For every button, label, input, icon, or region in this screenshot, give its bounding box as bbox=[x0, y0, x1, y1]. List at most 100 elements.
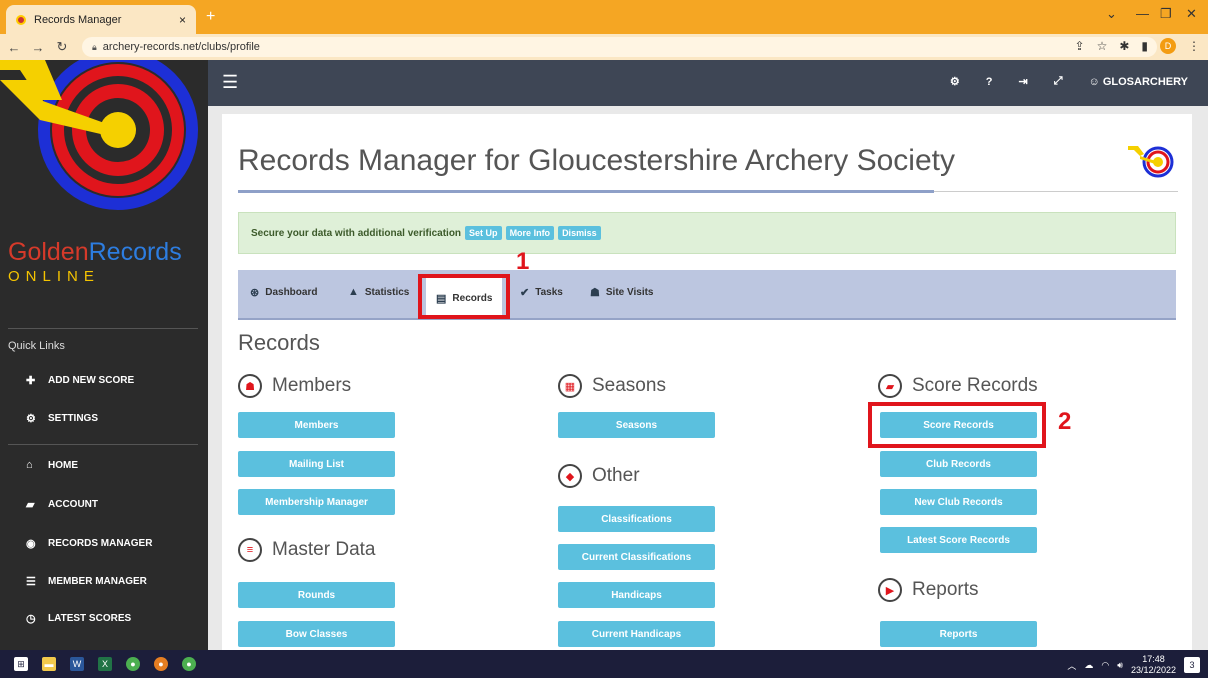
plus-icon: ✚ bbox=[26, 375, 36, 387]
annotation-box-1 bbox=[418, 274, 510, 319]
title-underline-rest bbox=[934, 191, 1178, 192]
settings-gear-icon[interactable]: ⚙ bbox=[950, 75, 960, 88]
seasons-heading: ▦ Seasons bbox=[558, 374, 666, 398]
new-club-records-button[interactable]: New Club Records bbox=[880, 489, 1037, 515]
sidebar-item-settings[interactable]: ⚙ SETTINGS bbox=[26, 412, 98, 425]
target-logo-small-icon bbox=[1128, 146, 1174, 178]
sidebar-item-account[interactable]: ▰ ACCOUNT bbox=[26, 498, 98, 511]
dismiss-button[interactable]: Dismiss bbox=[558, 226, 601, 240]
sidebar-item-records-manager[interactable]: ◉ RECORDS MANAGER bbox=[26, 537, 152, 550]
minimize-button[interactable]: — bbox=[1136, 6, 1149, 21]
wifi-icon[interactable]: ◠ bbox=[1101, 660, 1109, 671]
reports-title: Reports bbox=[912, 579, 979, 600]
current-classifications-button[interactable]: Current Classifications bbox=[558, 544, 715, 570]
restore-button[interactable]: ❐ bbox=[1160, 6, 1172, 22]
gear-icon: ⚙ bbox=[26, 413, 36, 425]
help-icon[interactable]: ? bbox=[986, 76, 993, 88]
classifications-button[interactable]: Classifications bbox=[558, 506, 715, 532]
volume-icon[interactable]: 🔊︎ bbox=[1117, 660, 1123, 671]
page-title: Records Manager for Gloucestershire Arch… bbox=[238, 144, 955, 177]
brand-records: Records bbox=[88, 238, 182, 266]
tab-search-icon[interactable]: ⌄ bbox=[1106, 6, 1117, 22]
database-circle-icon: ≡ bbox=[238, 538, 262, 562]
brand-online: ONLINE bbox=[8, 268, 100, 285]
share-icon[interactable]: ⇪ bbox=[1075, 39, 1085, 53]
tab-tasks[interactable]: ✔ Tasks bbox=[520, 286, 563, 299]
master-data-heading: ≡ Master Data bbox=[238, 538, 375, 562]
sidebar-item-label: RECORDS MANAGER bbox=[48, 538, 153, 549]
tab-statistics[interactable]: ▲ Statistics bbox=[348, 286, 409, 298]
extensions-icon[interactable]: ✱ bbox=[1119, 39, 1129, 53]
latest-score-records-button[interactable]: Latest Score Records bbox=[880, 527, 1037, 553]
username: GLOSARCHERY bbox=[1102, 75, 1188, 88]
notifications-icon[interactable]: 3 bbox=[1184, 657, 1200, 673]
bookmark-star-icon[interactable]: ☆ bbox=[1097, 39, 1108, 53]
system-tray: ︿ ☁ ◠ 🔊︎ 17:48 23/12/2022 3 bbox=[1067, 654, 1200, 676]
target-logo-icon bbox=[0, 60, 198, 210]
home-icon: ⌂ bbox=[26, 459, 33, 471]
users-circle-icon: ☗ bbox=[238, 374, 262, 398]
profile-avatar[interactable]: D bbox=[1160, 38, 1176, 54]
sidepanel-icon[interactable]: ▮ bbox=[1141, 39, 1148, 53]
sidebar-item-home[interactable]: ⌂ HOME bbox=[26, 459, 78, 471]
chrome-profile-icon[interactable]: ● bbox=[154, 657, 168, 671]
other-title: Other bbox=[592, 465, 640, 486]
seasons-button[interactable]: Seasons bbox=[558, 412, 715, 438]
sidebar-item-add-new-score[interactable]: ✚ ADD NEW SCORE bbox=[26, 374, 134, 387]
file-explorer-icon[interactable]: ▬ bbox=[42, 657, 56, 671]
hamburger-menu-icon[interactable]: ☰ bbox=[222, 72, 238, 93]
membership-manager-button[interactable]: Membership Manager bbox=[238, 489, 395, 515]
fullscreen-icon[interactable]: ⤢ bbox=[1054, 75, 1063, 88]
windows-start-icon[interactable]: ⊞ bbox=[14, 657, 28, 671]
tray-chevron-icon[interactable]: ︿ bbox=[1067, 659, 1076, 672]
forward-icon[interactable]: → bbox=[28, 40, 48, 55]
browser-tab[interactable]: Records Manager × bbox=[6, 5, 196, 34]
word-icon[interactable]: W bbox=[70, 657, 84, 671]
reload-icon[interactable]: ↻ bbox=[52, 39, 72, 55]
sidebar-item-label: LATEST SCORES bbox=[48, 613, 132, 624]
reports-button[interactable]: Reports bbox=[880, 621, 1037, 647]
chrome-icon[interactable]: ● bbox=[126, 657, 140, 671]
system-clock[interactable]: 17:48 23/12/2022 bbox=[1131, 654, 1176, 676]
chrome-alt-icon[interactable]: ● bbox=[182, 657, 196, 671]
club-records-button[interactable]: Club Records bbox=[880, 451, 1037, 477]
list-icon: ☰ bbox=[26, 576, 36, 588]
current-handicaps-button[interactable]: Current Handicaps bbox=[558, 621, 715, 647]
url-input[interactable]: 🔒︎ archery-records.net/clubs/profile bbox=[82, 37, 1157, 57]
sidebar-item-latest-scores[interactable]: ◷ LATEST SCORES bbox=[26, 612, 131, 625]
tag-circle-icon: ◆ bbox=[558, 464, 582, 488]
annotation-number-1: 1 bbox=[516, 248, 530, 275]
tab-title: Records Manager bbox=[34, 13, 122, 26]
bow-classes-button[interactable]: Bow Classes bbox=[238, 621, 395, 647]
logout-icon[interactable]: ⇥ bbox=[1019, 75, 1028, 88]
annotation-box-2 bbox=[868, 402, 1046, 448]
tab-dashboard[interactable]: ⊛ Dashboard bbox=[250, 286, 317, 299]
close-window-button[interactable]: ✕ bbox=[1186, 6, 1197, 22]
book-circle-icon: ▰ bbox=[878, 374, 902, 398]
new-tab-button[interactable]: + bbox=[206, 8, 215, 26]
brand-golden: Golden bbox=[8, 238, 89, 266]
members-heading: ☗ Members bbox=[238, 374, 351, 398]
users-icon: ☗ bbox=[590, 287, 600, 299]
chart-icon: ▲ bbox=[348, 286, 359, 298]
more-menu-icon[interactable]: ⋮ bbox=[1188, 39, 1200, 53]
setup-button[interactable]: Set Up bbox=[465, 226, 502, 240]
rounds-button[interactable]: Rounds bbox=[238, 582, 395, 608]
tab-label: Tasks bbox=[535, 287, 563, 298]
smiley-icon: ☺ bbox=[1088, 75, 1103, 88]
handicaps-button[interactable]: Handicaps bbox=[558, 582, 715, 608]
excel-icon[interactable]: X bbox=[98, 657, 112, 671]
tab-label: Site Visits bbox=[605, 287, 654, 298]
back-icon[interactable]: ← bbox=[4, 40, 24, 55]
mailing-list-button[interactable]: Mailing List bbox=[238, 451, 395, 477]
clock-date: 23/12/2022 bbox=[1130, 665, 1176, 675]
user-menu[interactable]: ☺ GLOSARCHERY bbox=[1089, 76, 1188, 88]
members-button[interactable]: Members bbox=[238, 412, 395, 438]
tab-label: Dashboard bbox=[265, 287, 318, 298]
more-info-button[interactable]: More Info bbox=[505, 226, 555, 240]
tab-close-icon[interactable]: × bbox=[179, 13, 186, 27]
alert-text: Secure your data with additional verific… bbox=[251, 227, 462, 239]
onedrive-icon[interactable]: ☁ bbox=[1084, 660, 1093, 671]
sidebar-item-member-manager[interactable]: ☰ MEMBER MANAGER bbox=[26, 575, 147, 588]
tab-site-visits[interactable]: ☗ Site Visits bbox=[590, 286, 654, 299]
